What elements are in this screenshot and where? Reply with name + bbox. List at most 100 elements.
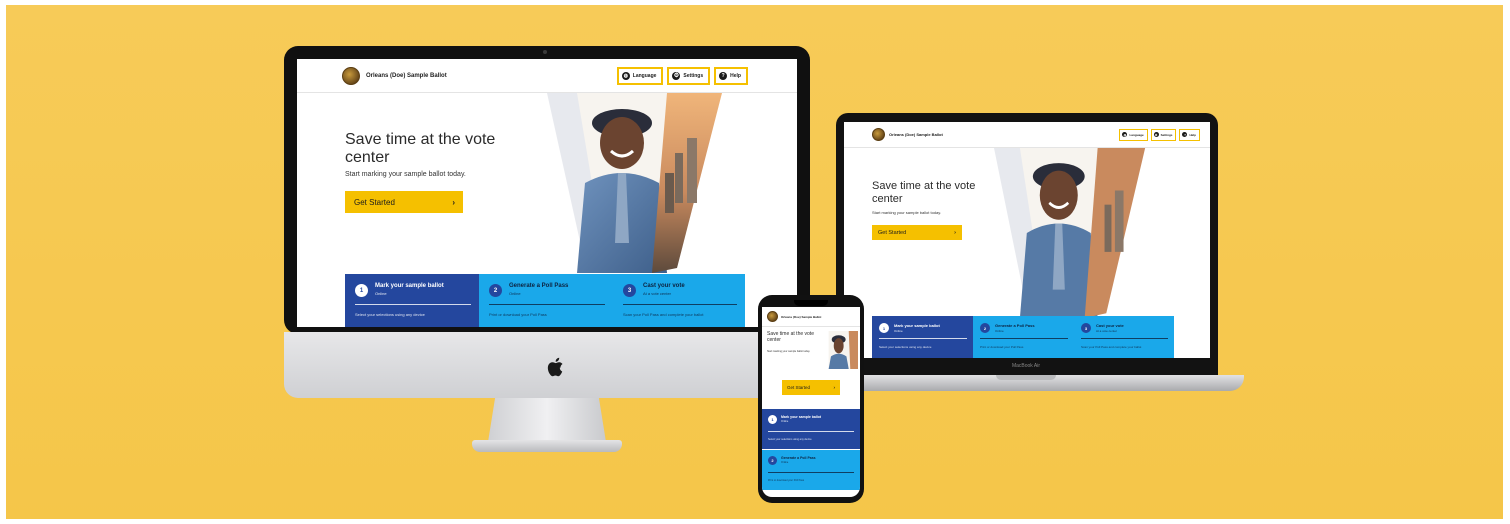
- laptop-screen: Orleans (Doe) Sample Ballot ◍ Language ⚙…: [844, 122, 1210, 358]
- face-shape: [600, 117, 644, 169]
- laptop-help-button[interactable]: ? Help: [1179, 128, 1200, 141]
- laptop-step-3-description: Scan your Poll Pass and complete your ba…: [1081, 345, 1142, 349]
- apple-logo-icon: [547, 357, 563, 377]
- help-button-label: Help: [730, 72, 741, 79]
- phone-site-title: Orleans (Doe) Sample Ballot: [781, 314, 822, 319]
- phone-site-header: Orleans (Doe) Sample Ballot: [762, 307, 860, 327]
- product-mockup-banner: Orleans (Doe) Sample Ballot ◍ Language ⚙…: [6, 5, 1503, 519]
- step-1-title: Mark your sample ballot: [375, 283, 444, 289]
- phone-county-seal-logo: [767, 311, 778, 322]
- phone-step-2-title: Generate a Poll Pass: [781, 456, 816, 460]
- laptop-hero-illustration: [994, 148, 1146, 318]
- laptop-site-title: Orleans (Doe) Sample Ballot: [889, 132, 943, 137]
- get-started-label: Get Started: [354, 197, 395, 207]
- laptop-hero-subtitle: Start marking your sample ballot today.: [872, 210, 942, 215]
- county-seal-logo: [342, 66, 360, 85]
- city-tower-2: [687, 138, 697, 203]
- laptop-step-1-description: Select your selections using any device: [879, 345, 932, 349]
- step-2-subtitle: Online: [509, 291, 521, 296]
- hero-title: Save time at the vote center: [345, 131, 496, 167]
- step-3-description: Scan your Poll Pass and complete your ba…: [623, 312, 704, 317]
- phone-step-generate-poll-pass[interactable]: 2 Generate a Poll Pass Online Print or d…: [762, 450, 860, 490]
- phone-step-1-subtitle: Online: [781, 420, 789, 423]
- desktop-stand-foot: [472, 440, 622, 452]
- laptop-get-started-label: Get Started: [878, 229, 907, 236]
- settings-button-label: Settings: [683, 72, 704, 79]
- step-3-subtitle: At a vote center: [643, 291, 672, 296]
- step-1-description: Select your selections using any device: [355, 312, 425, 317]
- phone-step-1-title: Mark your sample ballot: [781, 415, 822, 419]
- laptop-chevron-right-icon: ›: [954, 229, 956, 236]
- laptop-step-2-divider: [980, 338, 1068, 339]
- laptop-header-nav: ◍ Language ⚙ Settings ? Help: [1119, 128, 1200, 141]
- step-1-divider: [355, 304, 471, 305]
- laptop-steps-bar: 1 Mark your sample ballot Online Select …: [872, 316, 1174, 358]
- laptop-step-3-divider: [1081, 338, 1168, 339]
- hero-subtitle: Start marking your sample ballot today.: [345, 171, 466, 178]
- laptop-step-3-title: Cast your vote: [1096, 323, 1124, 328]
- laptop-step-mark-ballot[interactable]: 1 Mark your sample ballot Online Select …: [872, 316, 973, 358]
- phone-step-1-description: Select your selections using any device: [768, 438, 812, 441]
- laptop-step-generate-poll-pass[interactable]: 2 Generate a Poll Pass Online Print or d…: [973, 316, 1074, 358]
- laptop-step-3-number: 3: [1081, 323, 1091, 333]
- laptop-help-label: Help: [1189, 132, 1196, 137]
- laptop-step-2-number: 2: [980, 323, 990, 333]
- laptop-step-2-subtitle: Online: [995, 329, 1004, 333]
- phone-screen: Orleans (Doe) Sample Ballot Save time at…: [762, 307, 860, 497]
- chevron-right-icon: ›: [452, 197, 455, 207]
- step-2-number: 2: [489, 284, 502, 297]
- laptop-step-1-number: 1: [879, 323, 889, 333]
- step-mark-ballot[interactable]: 1 Mark your sample ballot Online Select …: [345, 274, 479, 327]
- help-icon: ?: [719, 71, 728, 80]
- laptop-language-button[interactable]: ◍ Language: [1119, 128, 1148, 141]
- step-3-title: Cast your vote: [643, 283, 685, 289]
- step-2-description: Print or download your Poll Pass: [489, 312, 547, 317]
- laptop-step-3-subtitle: At a vote center: [1096, 329, 1118, 333]
- step-3-divider: [623, 304, 737, 305]
- laptop-site-header: Orleans (Doe) Sample Ballot ◍ Language ⚙…: [844, 122, 1210, 148]
- phone-hero-illustration: [828, 331, 858, 369]
- language-button-label: Language: [632, 72, 657, 79]
- step-1-number: 1: [355, 284, 368, 297]
- settings-button[interactable]: ⚙ Settings: [667, 66, 711, 85]
- laptop-step-1-subtitle: Online: [894, 329, 903, 333]
- phone-step-1-divider: [768, 431, 854, 432]
- step-1-subtitle: Online: [375, 291, 387, 296]
- phone-step-1-number: 1: [768, 415, 777, 424]
- laptop-language-label: Language: [1129, 132, 1144, 137]
- gear-icon: ⚙: [672, 71, 681, 80]
- laptop-get-started-button[interactable]: Get Started ›: [872, 225, 962, 240]
- desktop-stand-neck: [488, 398, 606, 442]
- laptop-step-1-divider: [879, 338, 967, 339]
- header-nav: ◍ Language ⚙ Settings ? Help: [616, 66, 748, 85]
- phone-step-2-description: Print or download your Poll Pass: [768, 479, 805, 482]
- laptop-brand-label: MacBook Air: [1011, 363, 1041, 369]
- phone-hero-title: Save time at the vote center: [767, 331, 814, 343]
- laptop-step-2-description: Print or download your Poll Pass: [980, 345, 1024, 349]
- laptop-notch: [996, 375, 1056, 380]
- get-started-button[interactable]: Get Started ›: [345, 191, 463, 213]
- laptop-globe-icon: ◍: [1122, 132, 1128, 137]
- phone-get-started-button[interactable]: Get Started ›: [782, 380, 840, 395]
- phone-step-mark-ballot[interactable]: 1 Mark your sample ballot Online Select …: [762, 409, 860, 449]
- help-button[interactable]: ? Help: [714, 66, 748, 85]
- desktop-screen: Orleans (Doe) Sample Ballot ◍ Language ⚙…: [297, 59, 797, 327]
- city-tower-3: [665, 173, 674, 213]
- phone-step-2-number: 2: [768, 456, 777, 465]
- camera-dot: [543, 50, 547, 54]
- site-title: Orleans (Doe) Sample Ballot: [366, 72, 447, 79]
- step-3-number: 3: [623, 284, 636, 297]
- step-2-divider: [489, 304, 605, 305]
- site-header: Orleans (Doe) Sample Ballot ◍ Language ⚙…: [297, 59, 797, 93]
- step-generate-poll-pass[interactable]: 2 Generate a Poll Pass Online Print or d…: [479, 274, 613, 327]
- language-button[interactable]: ◍ Language: [616, 66, 664, 85]
- step-2-title: Generate a Poll Pass: [509, 283, 569, 289]
- laptop-step-2-title: Generate a Poll Pass: [995, 323, 1035, 328]
- steps-bar: 1 Mark your sample ballot Online Select …: [345, 274, 745, 327]
- laptop-settings-button[interactable]: ⚙ Settings: [1150, 128, 1177, 141]
- laptop-hero-title: Save time at the vote center: [872, 180, 976, 205]
- laptop-help-icon: ?: [1182, 132, 1188, 137]
- step-cast-vote[interactable]: 3 Cast your vote At a vote center Scan y…: [613, 274, 745, 327]
- laptop-step-cast-vote[interactable]: 3 Cast your vote At a vote center Scan y…: [1074, 316, 1174, 358]
- city-tower-1: [675, 153, 683, 203]
